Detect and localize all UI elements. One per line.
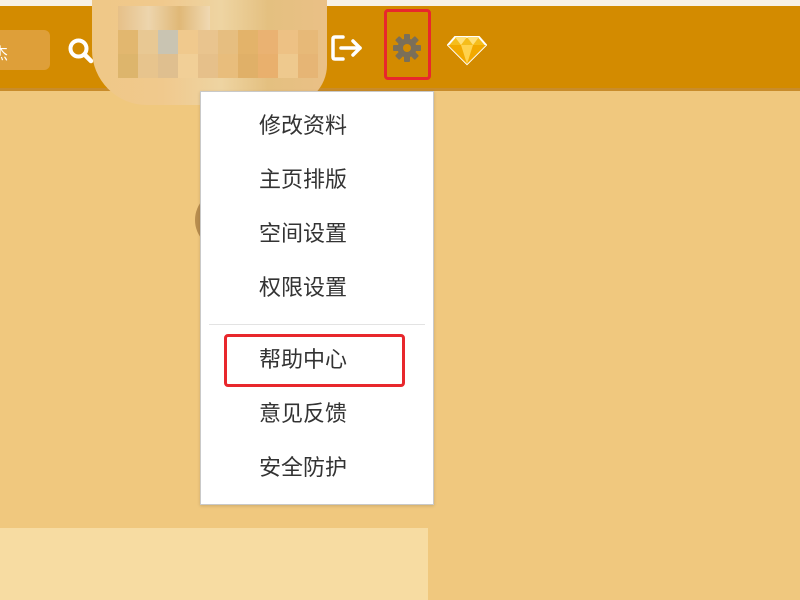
username-mosaic-top [118,6,210,32]
settings-dropdown-menu: 修改资料 主页排版 空间设置 权限设置 帮助中心 意见反馈 安全防护 [200,91,434,505]
menu-item-edit-profile[interactable]: 修改资料 [259,107,347,147]
menu-item-feedback[interactable]: 意见反馈 [259,395,347,435]
menu-item-permission-settings[interactable]: 权限设置 [259,269,347,309]
menu-divider [209,324,425,325]
menu-item-security[interactable]: 安全防护 [259,449,347,489]
gear-icon[interactable] [391,32,423,64]
diamond-icon[interactable] [447,34,487,66]
username-mosaic[interactable] [118,30,318,78]
content-panel [0,528,428,600]
search-input-text: 杰 [0,44,9,63]
menu-item-homepage-layout[interactable]: 主页排版 [259,161,347,201]
menu-item-space-settings[interactable]: 空间设置 [259,215,347,255]
menu-item-help-center[interactable]: 帮助中心 [259,341,347,381]
logout-icon[interactable] [330,33,364,63]
